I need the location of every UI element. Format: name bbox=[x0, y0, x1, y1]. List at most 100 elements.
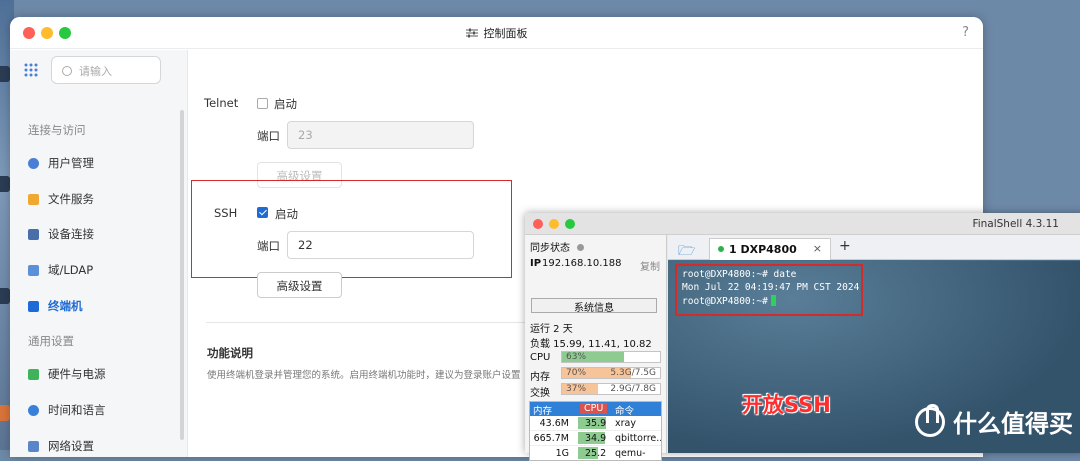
sidebar-item-label: 域/LDAP bbox=[48, 263, 94, 277]
device-icon bbox=[28, 228, 39, 240]
watermark: 什么值得买 bbox=[915, 403, 1073, 439]
cpu-bar: 63% bbox=[561, 351, 661, 363]
ssh-enable-checkbox[interactable] bbox=[257, 207, 268, 218]
sidebar-item-label: 设备连接 bbox=[48, 227, 94, 241]
process-table-header: 内存 CPU 命令 bbox=[530, 402, 661, 417]
status-dot-icon bbox=[577, 244, 584, 251]
load-average: 负载 15.99, 11.41, 10.82 bbox=[530, 339, 652, 350]
sidebar-item-devices[interactable]: 设备连接 bbox=[28, 226, 94, 242]
connected-dot-icon bbox=[718, 246, 724, 252]
system-monitor-panel: 同步状态 IP 192.168.10.188 复制 系统信息 运行 2 天 负载… bbox=[525, 235, 667, 461]
window-titlebar: 控制面板 ? bbox=[10, 17, 983, 49]
ip-address: 192.168.10.188 bbox=[542, 258, 622, 269]
search-placeholder: 请输入 bbox=[79, 65, 112, 78]
sidebar-item-hardware[interactable]: 硬件与电源 bbox=[28, 366, 106, 382]
watermark-logo-icon bbox=[915, 403, 945, 437]
desktop-dock-item bbox=[0, 176, 10, 192]
ssh-enable-label: 启动 bbox=[275, 207, 298, 221]
help-icon[interactable]: ? bbox=[962, 25, 969, 40]
table-row[interactable]: 665.7M 34.9 qbittorre... bbox=[530, 431, 661, 446]
finalshell-titlebar: FinalShell 4.3.11 bbox=[525, 213, 1080, 235]
telnet-enable-checkbox[interactable] bbox=[257, 98, 268, 109]
memory-detail: 5.3G/7.5G bbox=[610, 368, 656, 378]
swap-label: 交换 bbox=[530, 388, 550, 399]
section-divider bbox=[206, 322, 536, 323]
finalshell-window: FinalShell 4.3.11 同步状态 IP 192.168.10.188… bbox=[525, 213, 1080, 461]
table-row[interactable]: 43.6M 35.9 xray bbox=[530, 416, 661, 431]
sidebar-item-label: 硬件与电源 bbox=[48, 367, 106, 381]
sidebar-item-ldap[interactable]: 域/LDAP bbox=[28, 262, 93, 278]
terminal-console[interactable]: root@DXP4800:~# date Mon Jul 22 04:19:47… bbox=[668, 261, 1080, 453]
memory-label: 内存 bbox=[530, 372, 550, 383]
ssh-highlight-box bbox=[191, 180, 512, 278]
desktop-dock-item bbox=[0, 405, 10, 421]
function-title: 功能说明 bbox=[207, 346, 253, 360]
table-row[interactable]: 1G 25.2 qemu-sy... bbox=[530, 446, 661, 460]
desktop-dock-item bbox=[0, 66, 10, 82]
terminal-area: 🗁 1 DXP4800 × + root@DXP4800:~# date Mon … bbox=[668, 235, 1080, 453]
watermark-text: 什么值得买 bbox=[953, 410, 1073, 438]
minimize-button[interactable] bbox=[549, 219, 559, 229]
sidebar-item-time[interactable]: 时间和语言 bbox=[28, 402, 106, 418]
sidebar-item-label: 文件服务 bbox=[48, 192, 94, 206]
telnet-label: Telnet bbox=[204, 96, 239, 110]
copy-ip-button[interactable]: 复制 bbox=[640, 258, 660, 273]
sync-status: 同步状态 bbox=[530, 239, 584, 254]
function-description: 使用终端机登录并管理您的系统。启用终端机功能时，建议为登录账户设置 bbox=[207, 370, 521, 381]
sidebar-item-label: 终端机 bbox=[48, 299, 83, 313]
col-cpu[interactable]: CPU bbox=[580, 403, 608, 414]
process-mem: 665.7M bbox=[533, 433, 569, 444]
section-header-general: 通用设置 bbox=[28, 334, 74, 348]
search-input[interactable]: 请输入 bbox=[51, 56, 161, 84]
sidebar-item-label: 网络设置 bbox=[48, 439, 94, 453]
sidebar: 请输入 连接与访问 用户管理 文件服务 设备连接 域/LDAP 终端机 通用设置… bbox=[10, 50, 188, 457]
user-icon bbox=[28, 157, 39, 169]
ssh-label: SSH bbox=[214, 206, 238, 220]
telnet-port-input[interactable]: 23 bbox=[287, 121, 474, 149]
swap-detail: 2.9G/7.8G bbox=[610, 384, 656, 394]
close-button[interactable] bbox=[533, 219, 543, 229]
search-icon bbox=[62, 66, 72, 76]
sync-status-label: 同步状态 bbox=[530, 243, 570, 254]
sidebar-item-users[interactable]: 用户管理 bbox=[28, 155, 94, 171]
app-grid-icon[interactable] bbox=[24, 63, 38, 77]
col-memory[interactable]: 内存 bbox=[533, 403, 552, 417]
col-command[interactable]: 命令 bbox=[615, 403, 634, 417]
section-header-access: 连接与访问 bbox=[28, 123, 86, 137]
system-info-button[interactable]: 系统信息 bbox=[531, 298, 657, 314]
battery-icon bbox=[28, 368, 39, 380]
process-cpu: 35.9 bbox=[585, 418, 607, 429]
ip-label: IP bbox=[530, 258, 542, 269]
swap-bar: 37% 2.9G/7.8G bbox=[561, 383, 661, 395]
finalshell-app-name: FinalShell 4.3.11 bbox=[972, 218, 1059, 230]
process-table: 内存 CPU 命令 43.6M 35.9 xray 665.7M 34.9 qb… bbox=[529, 401, 662, 461]
sidebar-item-files[interactable]: 文件服务 bbox=[28, 191, 94, 207]
ssh-port-input[interactable]: 22 bbox=[287, 231, 474, 259]
sidebar-item-network[interactable]: 网络设置 bbox=[28, 438, 94, 454]
close-tab-icon[interactable]: × bbox=[813, 242, 822, 255]
ssh-advanced-button[interactable]: 高级设置 bbox=[257, 272, 342, 298]
sidebar-scrollbar[interactable] bbox=[180, 110, 184, 440]
new-tab-icon[interactable]: + bbox=[839, 238, 851, 254]
ssh-port-label: 端口 bbox=[257, 239, 280, 253]
annotation-text: 开放SSH bbox=[742, 393, 831, 417]
window-title-text: 控制面板 bbox=[483, 27, 528, 40]
cpu-percent: 63% bbox=[566, 352, 587, 362]
process-cmd: xray bbox=[615, 418, 636, 429]
sidebar-item-label: 时间和语言 bbox=[48, 403, 106, 417]
domain-icon bbox=[28, 264, 39, 276]
memory-bar: 70% 5.3G/7.5G bbox=[561, 367, 661, 379]
telnet-port-label: 端口 bbox=[257, 129, 280, 143]
desktop-dock-item bbox=[0, 288, 10, 304]
sidebar-item-label: 用户管理 bbox=[48, 156, 94, 170]
sidebar-item-terminal[interactable]: 终端机 bbox=[28, 298, 83, 314]
session-tab[interactable]: 1 DXP4800 × bbox=[709, 238, 831, 260]
session-tab-bar: 🗁 1 DXP4800 × + bbox=[668, 235, 1080, 260]
clock-icon bbox=[28, 404, 39, 416]
maximize-button[interactable] bbox=[565, 219, 575, 229]
uptime: 运行 2 天 bbox=[530, 324, 573, 335]
memory-percent: 70% bbox=[566, 368, 587, 378]
process-mem: 43.6M bbox=[539, 418, 569, 429]
session-tab-label: 1 DXP4800 bbox=[729, 243, 797, 256]
process-cpu: 34.9 bbox=[585, 433, 607, 444]
